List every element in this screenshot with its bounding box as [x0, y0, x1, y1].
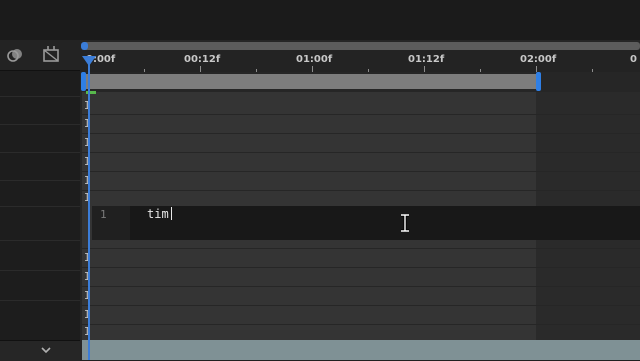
track-divider	[82, 114, 640, 115]
expression-text[interactable]: tim	[147, 207, 169, 221]
layer-panel	[0, 40, 80, 360]
layer-duration-bar[interactable]	[82, 340, 640, 360]
expression-editor[interactable]	[92, 206, 640, 240]
ruler-label-partial: 0	[630, 54, 637, 65]
ruler-tick	[424, 66, 425, 72]
layer-row-divider	[0, 270, 80, 271]
work-area-bar[interactable]	[84, 74, 540, 89]
expression-line-number: 1	[100, 208, 107, 221]
track-divider	[82, 248, 640, 249]
track-divider	[82, 190, 640, 191]
text-caret	[171, 207, 172, 220]
track-divider	[82, 305, 640, 306]
motion-blur-icon[interactable]	[6, 46, 24, 64]
track-divider	[82, 133, 640, 134]
ruler-tick-minor	[592, 69, 593, 72]
layer-row-divider	[0, 240, 80, 241]
ruler-tick-minor	[368, 69, 369, 72]
layer-row-divider	[0, 180, 80, 181]
layer-panel-toolbar	[0, 40, 80, 71]
ruler-label: 01:12f	[408, 54, 445, 65]
track-divider	[82, 171, 640, 172]
track-divider	[82, 152, 640, 153]
layer-row-divider	[0, 124, 80, 125]
ruler-tick	[312, 66, 313, 72]
work-area-start-handle[interactable]	[81, 72, 86, 91]
layer-panel-footer	[0, 340, 80, 361]
layer-row-divider	[0, 152, 80, 153]
draft-3d-icon[interactable]	[42, 45, 62, 64]
track-divider	[82, 286, 640, 287]
ruler-tick	[200, 66, 201, 72]
ruler-tick-minor	[480, 69, 481, 72]
time-navigator-bar[interactable]	[82, 42, 640, 50]
track-divider	[82, 267, 640, 268]
top-strip	[0, 0, 640, 40]
chevron-down-icon[interactable]	[40, 345, 52, 355]
ruler-label: 01:00f	[296, 54, 333, 65]
ruler-tick-minor	[144, 69, 145, 72]
ibeam-cursor-icon	[401, 214, 409, 232]
ruler-label: 00:12f	[184, 54, 221, 65]
track-divider	[82, 324, 640, 325]
playhead-line[interactable]	[88, 62, 90, 360]
layer-row-divider	[0, 206, 80, 207]
playhead-handle[interactable]	[82, 56, 96, 66]
ruler-tick-minor	[256, 69, 257, 72]
work-area-end-handle[interactable]	[536, 72, 541, 91]
playhead-navigator-knob[interactable]	[81, 42, 88, 50]
expression-editor-gutter	[92, 206, 130, 240]
layer-row-divider	[0, 300, 80, 301]
layer-row-divider	[0, 96, 80, 97]
ruler-label: 02:00f	[520, 54, 557, 65]
